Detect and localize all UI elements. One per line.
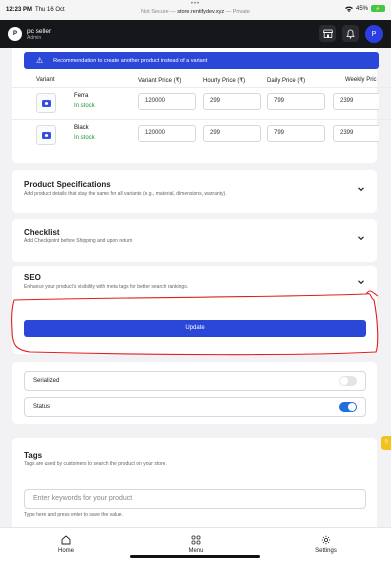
tags-input[interactable]: Enter keywords for your product (24, 489, 366, 509)
battery-icon: ⚡ (371, 5, 385, 12)
battery-percent: 45% (355, 5, 368, 12)
nav-settings[interactable]: Settings (296, 533, 356, 554)
status-label: Status (33, 404, 51, 410)
user-info: pc seller Admin (27, 28, 51, 41)
variant-image-placeholder[interactable] (36, 93, 56, 113)
weekly-price-input[interactable]: 2399 (333, 93, 379, 110)
section-title: Product Specifications (24, 180, 111, 189)
nav-home[interactable]: Home (36, 533, 96, 554)
grid-icon (191, 535, 201, 544)
chevron-down-icon[interactable] (357, 185, 365, 193)
product-specifications-section[interactable]: Product Specifications Add product detai… (12, 170, 377, 213)
toggle-knob (340, 377, 348, 385)
section-title: Checklist (24, 228, 60, 237)
section-subtitle: Add Checkpoint before Shipping and upon … (24, 238, 133, 244)
status-right: 45% ⚡ (344, 5, 385, 12)
col-variant-price: Variant Price (₹) (138, 78, 182, 84)
col-hourly-price: Hourly Price (₹) (203, 78, 246, 84)
daily-price-input[interactable]: 799 (267, 125, 325, 142)
address-bar[interactable]: Not Secure — store.rentifydev.xyz — Priv… (0, 9, 391, 15)
weekly-price-input[interactable]: 2399 (333, 125, 379, 142)
tags-section: Tags Tags are used by customers to searc… (12, 438, 377, 527)
hourly-price-input[interactable]: 299 (203, 125, 261, 142)
nav-settings-label: Settings (315, 548, 337, 554)
daily-price-input[interactable]: 799 (267, 93, 325, 110)
tags-title: Tags (24, 451, 43, 460)
variant-price-input[interactable]: 120000 (138, 93, 196, 110)
variant-image-placeholder[interactable] (36, 125, 56, 145)
chevron-down-icon[interactable] (357, 234, 365, 242)
domain-label: store.rentifydev.xyz (177, 9, 225, 15)
section-subtitle: Add product details that stay the same f… (24, 191, 227, 197)
variant-name: Black (74, 125, 89, 131)
col-weekly-price: Weekly Pric (345, 77, 377, 83)
chevron-down-icon[interactable] (357, 278, 365, 286)
profile-avatar[interactable]: P (365, 25, 383, 43)
browser-dots[interactable]: ••• (0, 1, 391, 7)
header-actions: P (319, 25, 383, 43)
nav-menu-label: Menu (188, 548, 204, 554)
variant-row: Black In stock 120000 299 799 2399 (12, 119, 391, 149)
private-label: — Private (225, 9, 250, 15)
banner-text: Recommendation to create another product… (53, 57, 208, 64)
serialized-label: Serialized (33, 378, 60, 384)
variant-stock: In stock (74, 135, 95, 141)
home-indicator (130, 555, 260, 558)
hourly-price-input[interactable]: 299 (203, 93, 261, 110)
help-icon[interactable]: ? (381, 436, 391, 450)
checklist-section[interactable]: Checklist Add Checkpoint before Shipping… (12, 219, 377, 262)
warning-icon: ⚠ (36, 56, 44, 65)
gear-icon (321, 535, 331, 544)
not-secure-label: Not Secure — (141, 9, 176, 15)
variant-table-header: Variant Variant Price (₹) Hourly Price (… (12, 72, 391, 88)
user-name: pc seller (27, 27, 52, 35)
variant-stock: In stock (74, 103, 95, 109)
notification-button[interactable] (342, 25, 359, 42)
user-role: Admin (27, 34, 42, 41)
store-icon (322, 29, 333, 38)
app-header: P pc seller Admin P (0, 20, 391, 48)
variant-price-input[interactable]: 120000 (138, 125, 196, 142)
status-toggle[interactable] (339, 402, 357, 412)
camera-icon (41, 131, 51, 139)
tags-hint: Type here and press enter to save the va… (24, 512, 123, 518)
tags-subtitle: Tags are used by customers to search the… (24, 461, 167, 467)
store-button[interactable] (319, 25, 336, 42)
wifi-icon (344, 6, 353, 12)
variant-row: Ferra In stock 120000 299 799 2399 (12, 87, 391, 117)
home-icon (61, 534, 71, 544)
variant-recommendation-banner: ⚠ Recommendation to create another produ… (24, 52, 379, 69)
nav-menu[interactable]: Menu (166, 533, 226, 554)
seo-section[interactable]: SEO Enhance your product's visibility wi… (12, 266, 377, 298)
serialized-toggle[interactable] (339, 376, 357, 386)
bell-icon (346, 29, 355, 38)
section-subtitle: Enhance your product's visibility with m… (24, 284, 189, 290)
toggle-knob (348, 403, 356, 411)
nav-home-label: Home (57, 548, 74, 554)
update-button[interactable]: Update (24, 320, 366, 337)
status-bar: 12:23 PM Thu 16 Oct ••• Not Secure — sto… (0, 0, 391, 20)
variant-name: Ferra (74, 93, 89, 99)
store-avatar[interactable]: P (8, 27, 22, 41)
serialized-row: Serialized (24, 371, 366, 391)
col-daily-price: Daily Price (₹) (267, 78, 306, 84)
section-title: SEO (24, 273, 41, 282)
status-row: Status (24, 397, 366, 417)
col-variant: Variant (36, 77, 55, 83)
camera-icon (41, 99, 51, 107)
